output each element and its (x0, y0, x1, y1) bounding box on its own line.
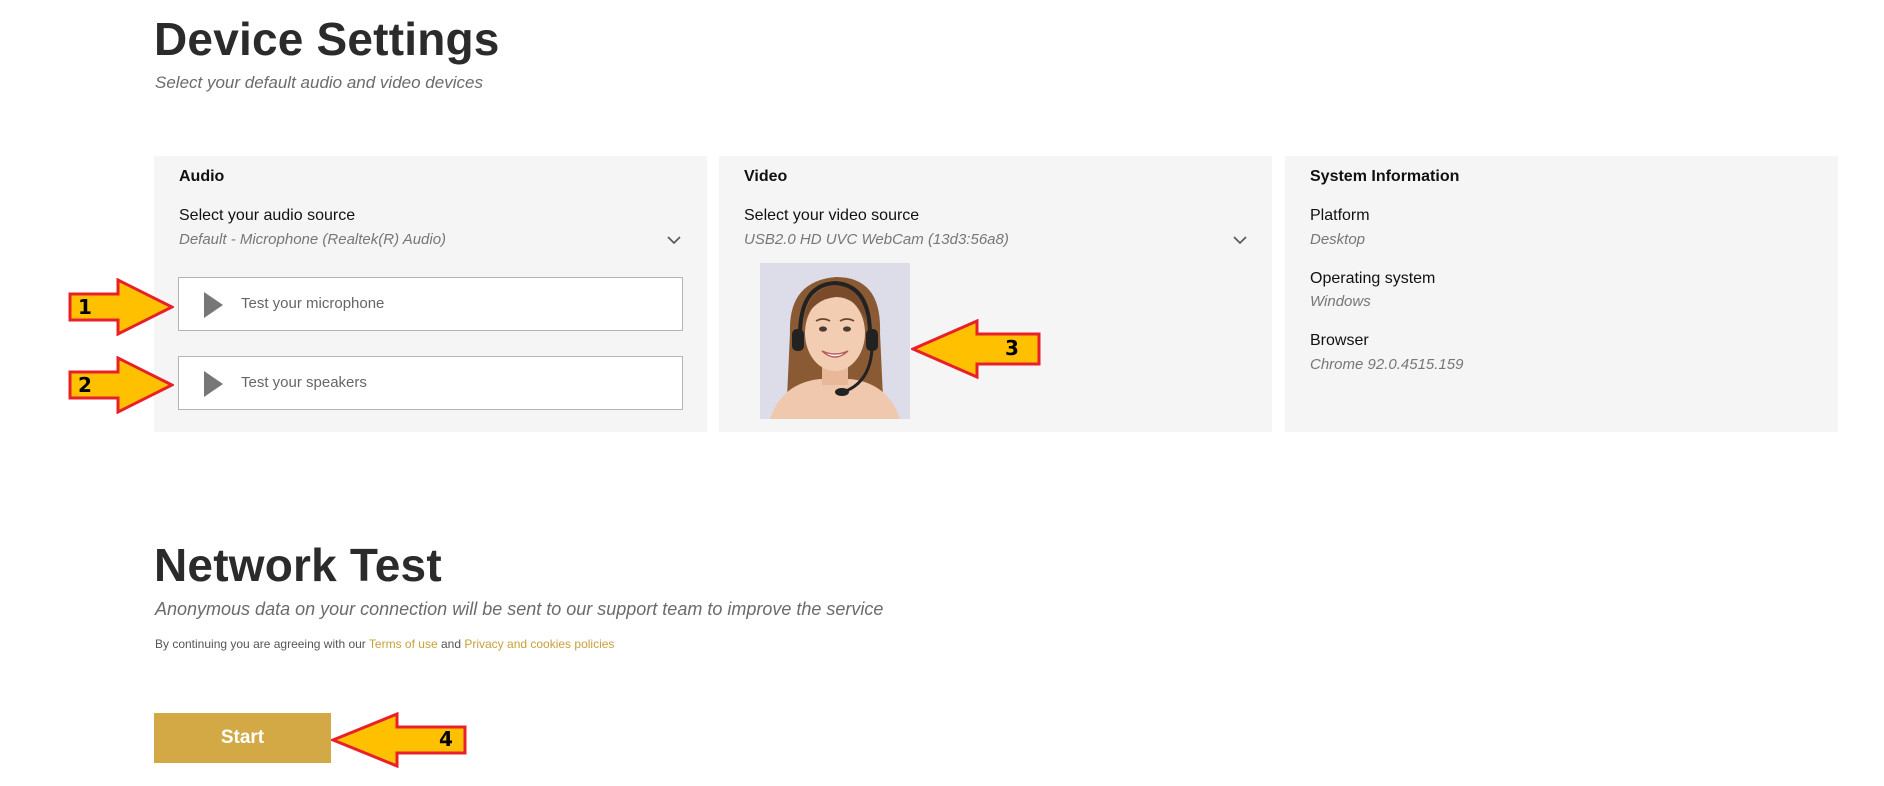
test-microphone-button[interactable]: Test your microphone (178, 277, 683, 331)
chevron-down-icon (1233, 236, 1247, 245)
webcam-preview (760, 263, 910, 419)
terms-of-use-link[interactable]: Terms of use (369, 637, 438, 651)
platform-label: Platform (1310, 207, 1370, 224)
start-button[interactable]: Start (154, 713, 331, 763)
audio-source-label: Select your audio source (179, 207, 356, 224)
video-source-select[interactable]: USB2.0 HD UVC WebCam (13d3:56a8) (739, 229, 1259, 253)
device-settings-title: Device Settings (154, 13, 500, 65)
arrow-left-icon (909, 318, 1041, 380)
annotation-label-3: 3 (1005, 336, 1019, 360)
test-speakers-button[interactable]: Test your speakers (178, 356, 683, 410)
play-icon (204, 371, 223, 397)
consent-prefix: By continuing you are agreeing with our (155, 637, 366, 651)
system-info-heading: System Information (1310, 168, 1460, 185)
webcam-preview-image (760, 263, 910, 419)
video-heading: Video (744, 168, 788, 185)
play-icon (204, 292, 223, 318)
video-source-label: Select your video source (744, 207, 920, 224)
audio-source-value: Default - Microphone (Realtek(R) Audio) (179, 231, 447, 248)
annotation-label-1: 1 (78, 295, 92, 319)
system-info-panel: System Information Platform Desktop Oper… (1285, 156, 1838, 432)
browser-value: Chrome 92.0.4515.159 (1310, 356, 1464, 373)
annotation-label-2: 2 (78, 373, 92, 397)
test-speakers-label: Test your speakers (241, 374, 367, 391)
annotation-label-4: 4 (439, 727, 453, 751)
consent-text: By continuing you are agreeing with our … (155, 637, 614, 651)
annotation-arrow-4: 4 (329, 711, 467, 769)
annotation-arrow-3: 3 (909, 318, 1041, 380)
device-settings-subtitle: Select your default audio and video devi… (155, 73, 483, 92)
annotation-arrow-2: 2 (68, 355, 176, 415)
annotation-arrow-1: 1 (68, 277, 176, 337)
privacy-policy-link[interactable]: Privacy and cookies policies (464, 637, 614, 651)
platform-value: Desktop (1310, 231, 1366, 248)
test-microphone-label: Test your microphone (241, 295, 385, 312)
network-test-title: Network Test (154, 539, 442, 591)
audio-source-select[interactable]: Default - Microphone (Realtek(R) Audio) (174, 229, 694, 253)
video-source-value: USB2.0 HD UVC WebCam (13d3:56a8) (744, 231, 1009, 248)
chevron-down-icon (667, 236, 681, 245)
os-label: Operating system (1310, 270, 1436, 287)
audio-panel: Audio Select your audio source Default -… (154, 156, 707, 432)
os-value: Windows (1310, 293, 1371, 310)
browser-label: Browser (1310, 332, 1369, 349)
video-panel: Video Select your video source USB2.0 HD… (719, 156, 1272, 432)
audio-heading: Audio (179, 168, 225, 185)
network-test-subtitle: Anonymous data on your connection will b… (155, 599, 884, 619)
consent-and: and (440, 637, 461, 651)
